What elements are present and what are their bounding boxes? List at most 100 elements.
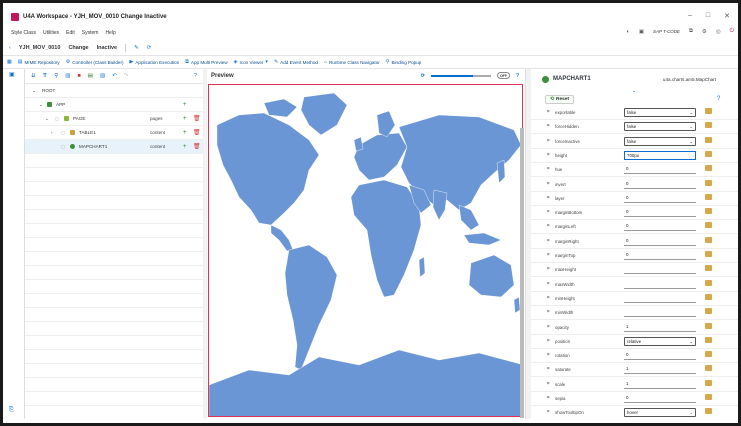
layout-icon[interactable]: ▦ — [7, 59, 12, 65]
binding-folder-icon[interactable] — [705, 365, 712, 372]
property-select[interactable]: false ⌄ — [624, 108, 696, 117]
paste-icon[interactable]: ▧ — [100, 73, 105, 79]
dropdown-icon[interactable]: ⌄ — [689, 109, 693, 117]
undo-icon[interactable]: ↶ — [112, 73, 117, 79]
expand-all-icon[interactable]: ⇈ — [43, 73, 48, 79]
collapse-all-icon[interactable]: ⇊ — [31, 73, 36, 79]
property-select[interactable]: false ⌄ — [624, 122, 696, 132]
search-icon[interactable]: ⚲ — [54, 73, 58, 79]
property-input[interactable]: 1 — [624, 365, 696, 375]
binding-folder-icon[interactable] — [705, 193, 712, 200]
binding-folder-icon[interactable] — [705, 279, 712, 286]
delete-node-icon[interactable]: 🗑 — [193, 143, 201, 150]
property-input[interactable] — [624, 265, 696, 275]
dropdown-icon[interactable]: ⌄ — [689, 409, 693, 417]
property-input[interactable]: 0 — [624, 351, 696, 361]
footer-icon[interactable]: ⎘ — [9, 407, 14, 414]
visibility-checkbox[interactable]: ▢ — [61, 130, 65, 136]
close-icon[interactable]: ✕ — [724, 12, 730, 20]
menu-style-class[interactable]: Style Class — [11, 30, 36, 36]
dropdown-icon[interactable]: ⌄ — [689, 123, 693, 131]
refresh-icon[interactable]: ⟳ — [421, 73, 425, 79]
binding-folder-icon[interactable] — [705, 394, 712, 400]
tree-row-root[interactable]: ⌄ ROOT — [25, 84, 203, 98]
user-icon[interactable]: ◎ — [716, 29, 721, 35]
tcode-label[interactable]: SAP T-CODE — [653, 29, 680, 34]
binding-folder-icon[interactable] — [705, 351, 712, 358]
mime-repository-button[interactable]: ▤ MIME Repository — [18, 59, 60, 65]
property-input[interactable] — [624, 294, 696, 303]
grid-icon[interactable]: ▥ — [65, 73, 70, 79]
power-icon[interactable]: ⏻ — [730, 28, 734, 35]
property-select[interactable]: false ⌄ — [624, 136, 696, 146]
binding-folder-icon[interactable] — [705, 122, 712, 129]
new-window-icon[interactable]: ⧉ — [689, 28, 693, 35]
property-select[interactable]: hover ⌄ — [624, 408, 696, 418]
maximize-icon[interactable]: □ — [706, 12, 710, 20]
expand-icon[interactable]: ⌄ — [32, 88, 36, 94]
expand-icon[interactable]: ⌄ — [45, 116, 49, 122]
minimize-icon[interactable]: – — [688, 12, 692, 20]
binding-folder-icon[interactable] — [705, 265, 712, 272]
tree-row-mapchart1[interactable]: ▢ MAPCHART1 content + 🗑 — [25, 140, 203, 154]
binding-popup-button[interactable]: ⚲ Binding Popup — [386, 59, 422, 65]
add-child-icon[interactable]: + — [183, 130, 187, 136]
delete-node-icon[interactable]: 🗑 — [193, 129, 201, 136]
help-icon[interactable]: ? — [717, 96, 720, 102]
settings-icon[interactable]: ⚙ — [702, 29, 707, 35]
preview-toggle[interactable]: OFF — [496, 72, 510, 79]
binding-folder-icon[interactable] — [705, 293, 712, 300]
icon-viewer-button[interactable]: ◈ Icon Viewer ▾ — [234, 59, 268, 65]
property-input[interactable]: 0 — [624, 180, 696, 189]
help-icon[interactable]: ? — [194, 73, 197, 79]
add-event-method-button[interactable]: ✎ Add Event Method — [274, 59, 318, 65]
menu-utilities[interactable]: Utilities — [43, 30, 59, 36]
help-icon[interactable]: ? — [516, 73, 519, 79]
theme-icon[interactable]: ◐ — [626, 29, 629, 35]
multi-preview-button[interactable]: ⧉ App Multi Preview — [185, 59, 227, 65]
edit-toggle-icon[interactable]: ✎ — [134, 45, 139, 51]
zoom-slider[interactable] — [430, 74, 491, 77]
property-input[interactable]: 0 — [624, 394, 696, 403]
binding-folder-icon[interactable] — [705, 165, 712, 172]
property-input[interactable]: 0 — [624, 237, 696, 246]
reset-button[interactable]: ⟲ Reset — [545, 94, 575, 104]
binding-folder-icon[interactable] — [705, 222, 712, 229]
property-input[interactable]: 0 — [624, 251, 696, 260]
tree-row-app[interactable]: ⌄ APP + — [25, 98, 203, 112]
property-input[interactable]: 0 — [624, 222, 696, 232]
binding-folder-icon[interactable] — [705, 322, 712, 329]
panel-icon[interactable]: ▣ — [9, 71, 15, 78]
property-input[interactable]: 0 — [624, 165, 696, 175]
binding-folder-icon[interactable] — [705, 136, 712, 143]
binding-folder-icon[interactable] — [705, 108, 712, 114]
menu-edit[interactable]: Edit — [66, 30, 75, 36]
menu-system[interactable]: System — [82, 30, 99, 36]
property-input[interactable]: 0 — [624, 208, 696, 218]
binding-folder-icon[interactable] — [705, 251, 712, 257]
dropdown-icon[interactable]: ⌄ — [689, 138, 693, 146]
dropdown-icon[interactable]: ⌄ — [689, 338, 693, 346]
property-input[interactable] — [624, 308, 696, 318]
app-execution-button[interactable]: ▶ Application Execution — [130, 59, 180, 65]
property-input[interactable] — [624, 280, 696, 289]
redo-icon[interactable]: ↷ — [124, 73, 129, 79]
map-chart[interactable] — [208, 84, 523, 417]
preview-scrollbar[interactable] — [520, 128, 524, 418]
tree-row-page[interactable]: ⌄ ▢ PAGE pages + 🗑 — [25, 112, 203, 126]
binding-folder-icon[interactable] — [705, 208, 712, 215]
expand-icon[interactable]: › — [51, 130, 53, 135]
copy-icon[interactable]: ▤ — [88, 73, 93, 79]
activate-icon[interactable]: ⟳ — [147, 45, 152, 51]
visibility-checkbox[interactable]: ▢ — [55, 116, 59, 122]
menu-help[interactable]: Help — [105, 30, 115, 36]
runtime-class-navigator-button[interactable]: ⌂ Runtime Class Navigator — [324, 59, 380, 65]
binding-folder-icon[interactable] — [705, 408, 712, 415]
add-child-icon[interactable]: + — [183, 116, 187, 122]
add-child-icon[interactable]: + — [183, 102, 187, 108]
binding-folder-icon[interactable] — [705, 308, 712, 315]
binding-folder-icon[interactable] — [705, 336, 712, 343]
add-child-icon[interactable]: + — [183, 144, 187, 150]
property-input[interactable]: 1 — [624, 323, 696, 332]
binding-folder-icon[interactable] — [705, 179, 712, 186]
